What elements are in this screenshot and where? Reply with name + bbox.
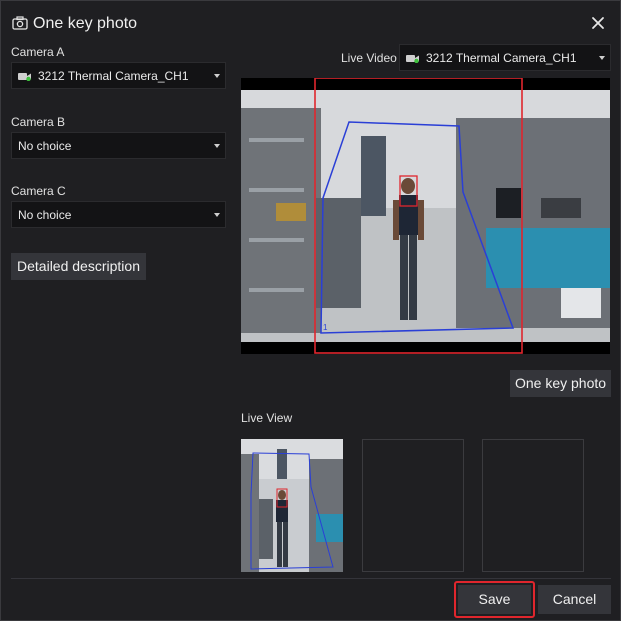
one-key-photo-dialog: One key photo Camera A 3212 Thermal Came… — [0, 0, 621, 621]
live-view-thumbnail-1[interactable] — [241, 439, 343, 572]
live-video-preview[interactable]: 1 — [241, 78, 610, 354]
chevron-down-icon — [214, 74, 220, 78]
dialog-titlebar: One key photo — [1, 1, 620, 45]
detailed-description-button[interactable]: Detailed description — [11, 253, 146, 280]
chevron-down-icon — [599, 56, 605, 60]
cancel-button[interactable]: Cancel — [538, 585, 611, 614]
live-view-label: Live View — [241, 411, 293, 425]
region-number: 1 — [323, 323, 328, 332]
camera-c-value: No choice — [18, 208, 72, 222]
camera-device-icon — [18, 73, 31, 81]
live-view-thumbnail-2[interactable] — [362, 439, 464, 572]
live-video-select[interactable]: 3212 Thermal Camera_CH1 — [399, 44, 611, 71]
camera-b-select[interactable]: No choice — [11, 132, 226, 159]
chevron-down-icon — [214, 144, 220, 148]
footer-divider — [11, 578, 611, 579]
close-icon[interactable] — [590, 15, 606, 31]
live-view-thumbnail-3[interactable] — [482, 439, 584, 572]
one-key-photo-button[interactable]: One key photo — [510, 370, 611, 397]
camera-b-label: Camera B — [11, 115, 66, 129]
live-video-label: Live Video — [341, 51, 397, 65]
thumbnail-image — [241, 439, 343, 572]
camera-icon — [12, 16, 28, 30]
camera-c-label: Camera C — [11, 184, 66, 198]
camera-b-value: No choice — [18, 139, 72, 153]
live-video-value: 3212 Thermal Camera_CH1 — [426, 51, 577, 65]
camera-c-select[interactable]: No choice — [11, 201, 226, 228]
camera-a-label: Camera A — [11, 45, 65, 59]
camera-a-select[interactable]: 3212 Thermal Camera_CH1 — [11, 62, 226, 89]
camera-a-value: 3212 Thermal Camera_CH1 — [38, 69, 189, 83]
camera-device-icon — [406, 55, 419, 63]
video-frame: 1 — [241, 78, 610, 354]
dialog-title: One key photo — [33, 15, 138, 32]
chevron-down-icon — [214, 213, 220, 217]
save-button[interactable]: Save — [458, 585, 531, 614]
